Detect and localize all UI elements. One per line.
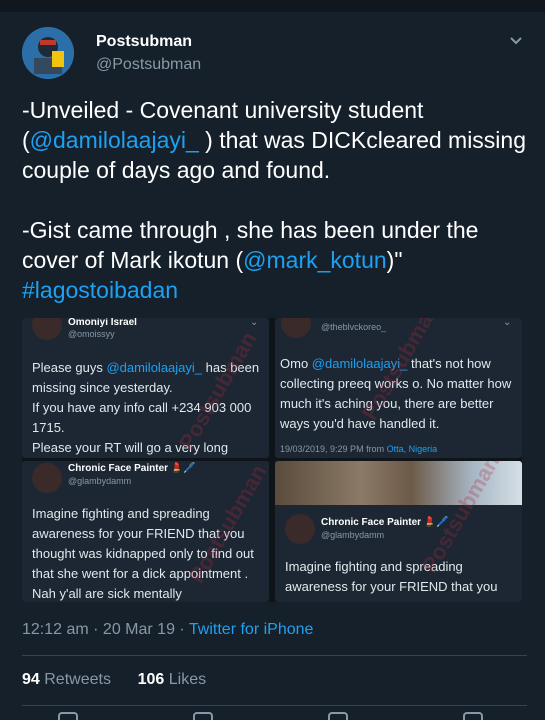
user-handle[interactable]: @Postsubman: [96, 56, 201, 74]
tweet-stats: 94 Retweets 106 Likes: [22, 671, 206, 689]
chevron-down-icon: ⌄: [503, 318, 512, 328]
media-grid[interactable]: Omoniyi Israel @omoissyy ⌄ Please guys @…: [22, 318, 522, 602]
tweet-meta: 12:12 am · 20 Mar 19 · Twitter for iPhon…: [22, 621, 313, 639]
reply-icon[interactable]: [58, 712, 78, 720]
divider: [22, 655, 527, 656]
tweet-text: -Unveiled - Covenant university student …: [22, 95, 527, 305]
likes-count: 106: [137, 671, 165, 688]
display-name[interactable]: Postsubman: [96, 33, 192, 51]
embedded-name: Omoniyi Israel: [68, 318, 137, 328]
tweet-text-part: )": [386, 247, 403, 273]
embedded-name: Chronic Face Painter 💄🖊️: [68, 463, 196, 474]
tweet-source-link[interactable]: Twitter for iPhone: [189, 621, 314, 638]
media-image[interactable]: Chronic Face Painter 💄🖊️ @glambydamm Ima…: [275, 461, 522, 602]
embedded-avatar: [285, 514, 315, 544]
embedded-avatar: [281, 318, 311, 338]
embedded-handle: @glambydamm: [68, 476, 132, 486]
divider: [22, 705, 527, 706]
hashtag-link[interactable]: #lagostoibadan: [22, 277, 178, 303]
mention-link[interactable]: @damilolaajayi_: [30, 127, 199, 153]
avatar-icon: [22, 27, 74, 79]
embedded-handle: @glambydamm: [321, 530, 385, 540]
avatar[interactable]: [22, 27, 74, 79]
embedded-text: Imagine fighting and spreading awareness…: [285, 559, 498, 594]
embedded-avatar: [32, 318, 62, 340]
retweets-stat[interactable]: 94 Retweets: [22, 671, 111, 688]
top-bar: [0, 0, 545, 12]
likes-label: Likes: [168, 671, 207, 688]
embedded-text-part: Please guys: [32, 360, 107, 375]
share-icon[interactable]: [463, 712, 483, 720]
retweet-icon[interactable]: [193, 712, 213, 720]
chevron-down-icon: ⌄: [250, 318, 259, 328]
embedded-timestamp: 19/03/2019, 9:29 PM from: [280, 444, 387, 454]
media-image[interactable]: Omoniyi Israel @omoissyy ⌄ Please guys @…: [22, 318, 269, 458]
chevron-down-icon[interactable]: [509, 36, 523, 46]
embedded-name: Chronic Face Painter 💄🖊️: [321, 517, 449, 528]
embedded-avatar: [32, 463, 62, 493]
media-image[interactable]: @theblvckoreo_ ⌄ Omo @damilolaajayi_ tha…: [275, 318, 522, 458]
media-image[interactable]: Chronic Face Painter 💄🖊️ @glambydamm Ima…: [22, 461, 269, 602]
embedded-meta: 19/03/2019, 9:29 PM from Otta, Nigeria: [280, 444, 437, 454]
embedded-text-part: Omo: [280, 356, 312, 371]
likes-stat[interactable]: 106 Likes: [138, 671, 207, 688]
mention-link[interactable]: @mark_kotun: [243, 247, 387, 273]
embedded-handle: @theblvckoreo_: [321, 322, 387, 332]
retweets-count: 94: [22, 671, 40, 688]
embedded-mention: @damilolaajayi_: [106, 360, 203, 375]
embedded-handle: @omoissyy: [68, 329, 115, 339]
retweets-label: Retweets: [44, 671, 111, 688]
like-icon[interactable]: [328, 712, 348, 720]
tweet-timestamp[interactable]: 12:12 am · 20 Mar 19 ·: [22, 621, 189, 638]
embedded-location: Otta, Nigeria: [386, 444, 438, 454]
